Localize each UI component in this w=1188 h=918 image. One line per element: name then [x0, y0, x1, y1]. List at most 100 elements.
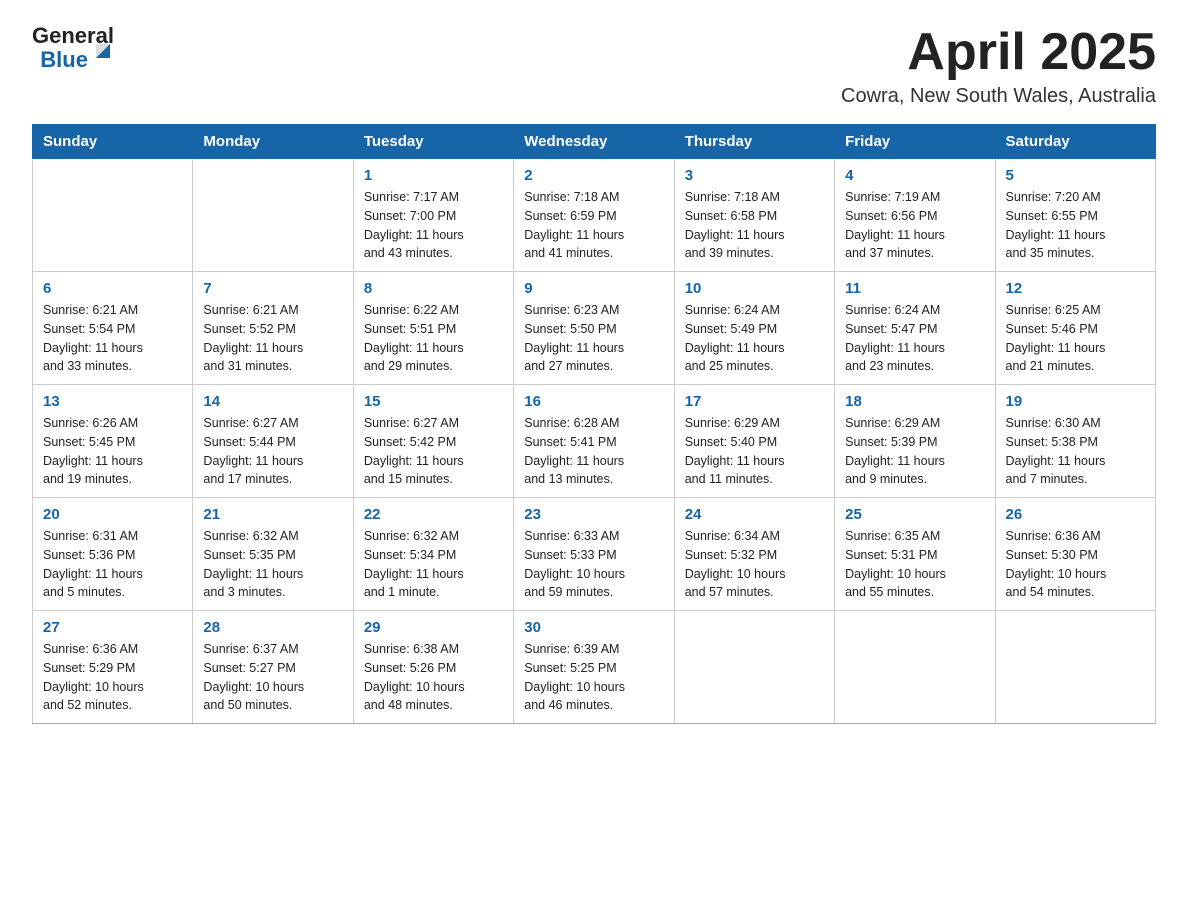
day-detail: Sunrise: 6:36 AM Sunset: 5:29 PM Dayligh… [43, 640, 182, 715]
calendar-header: SundayMondayTuesdayWednesdayThursdayFrid… [33, 125, 1156, 159]
calendar-cell: 29 Sunrise: 6:38 AM Sunset: 5:26 PM Dayli… [353, 611, 513, 724]
day-number: 10 [685, 280, 824, 297]
calendar-cell: 1 Sunrise: 7:17 AM Sunset: 7:00 PM Daylig… [353, 159, 513, 272]
calendar-cell: 14 Sunrise: 6:27 AM Sunset: 5:44 PM Dayli… [193, 385, 353, 498]
header-cell-wednesday: Wednesday [514, 125, 674, 159]
day-detail: Sunrise: 6:24 AM Sunset: 5:49 PM Dayligh… [685, 301, 824, 376]
day-number: 13 [43, 393, 182, 410]
day-number: 6 [43, 280, 182, 297]
calendar-cell: 25 Sunrise: 6:35 AM Sunset: 5:31 PM Dayli… [835, 498, 995, 611]
day-detail: Sunrise: 6:25 AM Sunset: 5:46 PM Dayligh… [1006, 301, 1145, 376]
calendar-cell: 28 Sunrise: 6:37 AM Sunset: 5:27 PM Dayli… [193, 611, 353, 724]
day-detail: Sunrise: 6:36 AM Sunset: 5:30 PM Dayligh… [1006, 527, 1145, 602]
logo-icon [92, 40, 114, 62]
calendar-cell: 22 Sunrise: 6:32 AM Sunset: 5:34 PM Dayli… [353, 498, 513, 611]
day-number: 2 [524, 167, 663, 184]
calendar-cell: 13Sunrise: 6:26 AM Sunset: 5:45 PM Dayli… [33, 385, 193, 498]
day-detail: Sunrise: 7:18 AM Sunset: 6:58 PM Dayligh… [685, 188, 824, 263]
header-cell-tuesday: Tuesday [353, 125, 513, 159]
day-detail: Sunrise: 6:31 AM Sunset: 5:36 PM Dayligh… [43, 527, 182, 602]
logo-blue: Blue [40, 48, 88, 72]
calendar-cell [995, 611, 1155, 724]
day-number: 20 [43, 506, 182, 523]
day-detail: Sunrise: 6:29 AM Sunset: 5:40 PM Dayligh… [685, 414, 824, 489]
day-number: 27 [43, 619, 182, 636]
day-number: 21 [203, 506, 342, 523]
header-cell-thursday: Thursday [674, 125, 834, 159]
day-detail: Sunrise: 6:23 AM Sunset: 5:50 PM Dayligh… [524, 301, 663, 376]
page-title: April 2025 [841, 24, 1156, 81]
header-cell-sunday: Sunday [33, 125, 193, 159]
calendar-cell: 3 Sunrise: 7:18 AM Sunset: 6:58 PM Daylig… [674, 159, 834, 272]
day-number: 29 [364, 619, 503, 636]
page-header: General Blue April 2025 Cowra, New South… [32, 24, 1156, 108]
calendar-body: 1 Sunrise: 7:17 AM Sunset: 7:00 PM Daylig… [33, 159, 1156, 724]
day-detail: Sunrise: 6:27 AM Sunset: 5:42 PM Dayligh… [364, 414, 503, 489]
day-number: 22 [364, 506, 503, 523]
day-detail: Sunrise: 6:24 AM Sunset: 5:47 PM Dayligh… [845, 301, 984, 376]
week-row-2: 6 Sunrise: 6:21 AM Sunset: 5:54 PM Daylig… [33, 272, 1156, 385]
calendar-cell: 23Sunrise: 6:33 AM Sunset: 5:33 PM Dayli… [514, 498, 674, 611]
calendar-cell: 20 Sunrise: 6:31 AM Sunset: 5:36 PM Dayli… [33, 498, 193, 611]
day-detail: Sunrise: 6:32 AM Sunset: 5:35 PM Dayligh… [203, 527, 342, 602]
day-number: 18 [845, 393, 984, 410]
day-number: 4 [845, 167, 984, 184]
header-cell-saturday: Saturday [995, 125, 1155, 159]
day-detail: Sunrise: 6:32 AM Sunset: 5:34 PM Dayligh… [364, 527, 503, 602]
calendar-cell: 18 Sunrise: 6:29 AM Sunset: 5:39 PM Dayli… [835, 385, 995, 498]
day-detail: Sunrise: 6:29 AM Sunset: 5:39 PM Dayligh… [845, 414, 984, 489]
day-number: 25 [845, 506, 984, 523]
calendar-cell [33, 159, 193, 272]
day-detail: Sunrise: 6:39 AM Sunset: 5:25 PM Dayligh… [524, 640, 663, 715]
week-row-5: 27 Sunrise: 6:36 AM Sunset: 5:29 PM Dayli… [33, 611, 1156, 724]
calendar-cell: 15Sunrise: 6:27 AM Sunset: 5:42 PM Dayli… [353, 385, 513, 498]
calendar-cell: 26 Sunrise: 6:36 AM Sunset: 5:30 PM Dayli… [995, 498, 1155, 611]
calendar-cell: 8Sunrise: 6:22 AM Sunset: 5:51 PM Daylig… [353, 272, 513, 385]
day-detail: Sunrise: 7:17 AM Sunset: 7:00 PM Dayligh… [364, 188, 503, 263]
day-number: 11 [845, 280, 984, 297]
day-detail: Sunrise: 6:21 AM Sunset: 5:52 PM Dayligh… [203, 301, 342, 376]
calendar-cell: 30 Sunrise: 6:39 AM Sunset: 5:25 PM Dayli… [514, 611, 674, 724]
day-number: 12 [1006, 280, 1145, 297]
title-block: April 2025 Cowra, New South Wales, Austr… [841, 24, 1156, 108]
calendar-cell: 4Sunrise: 7:19 AM Sunset: 6:56 PM Daylig… [835, 159, 995, 272]
header-cell-friday: Friday [835, 125, 995, 159]
day-number: 30 [524, 619, 663, 636]
day-number: 19 [1006, 393, 1145, 410]
day-detail: Sunrise: 6:38 AM Sunset: 5:26 PM Dayligh… [364, 640, 503, 715]
week-row-4: 20 Sunrise: 6:31 AM Sunset: 5:36 PM Dayli… [33, 498, 1156, 611]
day-detail: Sunrise: 7:18 AM Sunset: 6:59 PM Dayligh… [524, 188, 663, 263]
day-detail: Sunrise: 6:21 AM Sunset: 5:54 PM Dayligh… [43, 301, 182, 376]
header-cell-monday: Monday [193, 125, 353, 159]
day-detail: Sunrise: 6:28 AM Sunset: 5:41 PM Dayligh… [524, 414, 663, 489]
calendar-cell: 10 Sunrise: 6:24 AM Sunset: 5:49 PM Dayli… [674, 272, 834, 385]
calendar-cell: 5Sunrise: 7:20 AM Sunset: 6:55 PM Daylig… [995, 159, 1155, 272]
day-detail: Sunrise: 6:33 AM Sunset: 5:33 PM Dayligh… [524, 527, 663, 602]
calendar-cell: 7Sunrise: 6:21 AM Sunset: 5:52 PM Daylig… [193, 272, 353, 385]
day-number: 8 [364, 280, 503, 297]
day-detail: Sunrise: 6:37 AM Sunset: 5:27 PM Dayligh… [203, 640, 342, 715]
calendar-cell [835, 611, 995, 724]
day-number: 1 [364, 167, 503, 184]
logo: General Blue [32, 24, 114, 72]
day-number: 14 [203, 393, 342, 410]
calendar-cell: 24Sunrise: 6:34 AM Sunset: 5:32 PM Dayli… [674, 498, 834, 611]
day-detail: Sunrise: 6:35 AM Sunset: 5:31 PM Dayligh… [845, 527, 984, 602]
calendar-cell: 11 Sunrise: 6:24 AM Sunset: 5:47 PM Dayli… [835, 272, 995, 385]
page-subtitle: Cowra, New South Wales, Australia [841, 85, 1156, 108]
day-detail: Sunrise: 6:30 AM Sunset: 5:38 PM Dayligh… [1006, 414, 1145, 489]
calendar-cell: 12 Sunrise: 6:25 AM Sunset: 5:46 PM Dayli… [995, 272, 1155, 385]
day-number: 5 [1006, 167, 1145, 184]
week-row-1: 1 Sunrise: 7:17 AM Sunset: 7:00 PM Daylig… [33, 159, 1156, 272]
calendar-cell: 21 Sunrise: 6:32 AM Sunset: 5:35 PM Dayli… [193, 498, 353, 611]
day-number: 3 [685, 167, 824, 184]
week-row-3: 13Sunrise: 6:26 AM Sunset: 5:45 PM Dayli… [33, 385, 1156, 498]
day-number: 26 [1006, 506, 1145, 523]
day-number: 28 [203, 619, 342, 636]
day-detail: Sunrise: 6:34 AM Sunset: 5:32 PM Dayligh… [685, 527, 824, 602]
day-number: 9 [524, 280, 663, 297]
day-detail: Sunrise: 6:27 AM Sunset: 5:44 PM Dayligh… [203, 414, 342, 489]
calendar-cell [193, 159, 353, 272]
calendar-cell: 27 Sunrise: 6:36 AM Sunset: 5:29 PM Dayli… [33, 611, 193, 724]
calendar-table: SundayMondayTuesdayWednesdayThursdayFrid… [32, 124, 1156, 724]
